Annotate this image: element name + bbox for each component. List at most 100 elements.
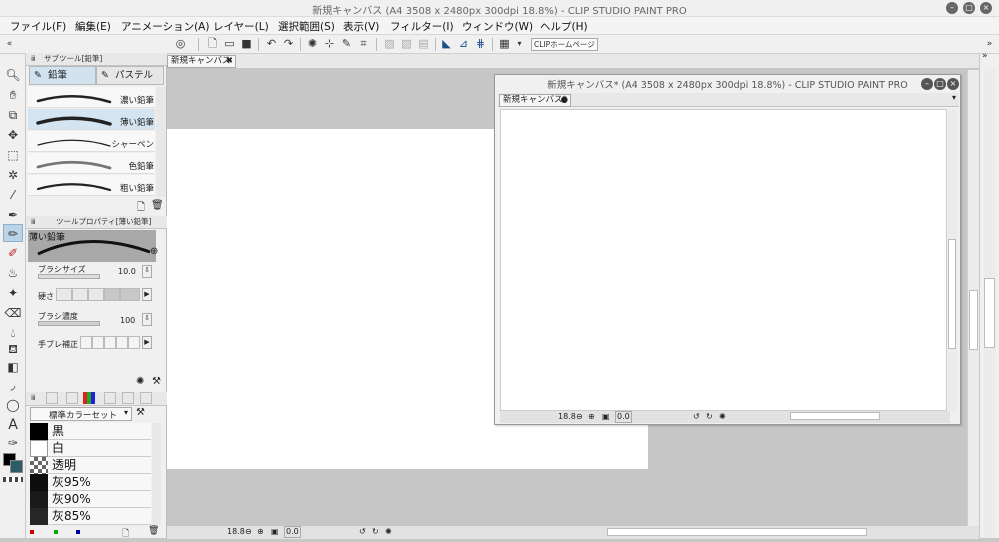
color-list-scrollbar[interactable] [152,423,161,525]
hardness-seg-3[interactable] [88,288,104,301]
clip-studio-icon[interactable]: ◎ [173,37,188,51]
approx-color-tab-icon[interactable] [104,392,116,404]
brush-item[interactable]: 薄い鉛筆 [28,109,155,130]
minimize-icon[interactable]: – [921,78,933,90]
preview-zoom-icon[interactable]: ⊕ [150,246,158,257]
maximize-icon[interactable]: □ [963,2,975,14]
open-folder-icon[interactable]: ▭ [222,37,237,51]
stab-seg-3[interactable] [104,336,116,349]
deselect-icon[interactable]: ⊹ [322,37,337,51]
color-set-tab-icon[interactable] [83,392,95,404]
eraser-selection-icon[interactable]: ✎ [339,37,354,51]
reset-rotation-icon[interactable]: ✺ [385,526,392,538]
delete-color-icon[interactable]: 🗑︎ [148,526,159,536]
menu-selection[interactable]: 選択範囲(S) [278,19,335,34]
main-vertical-scrollbar[interactable] [967,70,979,526]
scroll-thumb[interactable] [969,290,978,350]
color-wheel-tab-icon[interactable] [46,392,58,404]
floating-canvas[interactable] [500,109,947,411]
color-history-tab-icon[interactable] [122,392,134,404]
color-set-select[interactable]: 標準カラーセット ▾ [30,407,132,421]
display-icon[interactable]: ▦ [497,37,512,51]
intermediate-color-tab-icon[interactable] [66,392,78,404]
move-layer-icon[interactable]: ✥ [3,126,23,144]
canvas-icon[interactable]: ▤ [416,37,431,51]
zoom-in-icon[interactable]: ⊕ [257,526,264,538]
airbrush-icon[interactable]: ♨ [3,264,23,282]
rotate-right-icon[interactable]: ↻ [372,526,379,538]
collapse-right-icon[interactable]: » [982,37,997,51]
sub-color-swatch[interactable] [10,460,23,473]
density-slider[interactable] [38,321,100,326]
menu-file[interactable]: ファイル(F) [10,19,66,34]
chevron-down-icon[interactable]: ▾ [512,37,527,51]
tab-pencil[interactable]: ✎ 鉛筆 [29,66,96,85]
color-item[interactable]: 灰85% [30,508,151,525]
fill-tool-icon[interactable]: ⛾ [3,340,23,358]
brush-item[interactable]: 色鉛筆 [28,153,155,174]
stab-seg-2[interactable] [92,336,104,349]
rotate-left-icon[interactable]: ↺ [693,411,700,423]
snap-icon[interactable]: ⊿ [456,37,471,51]
undo-icon[interactable]: ↶ [264,37,279,51]
new-subtool-icon[interactable]: 🗋 [137,200,145,217]
close-icon[interactable]: × [947,78,959,90]
minimize-icon[interactable]: – [946,2,958,14]
tab-pastel[interactable]: ✎ パステル [96,66,164,85]
erase-icon[interactable]: ✺ [305,37,320,51]
scroll-thumb[interactable] [984,278,995,348]
redo-icon[interactable]: ↷ [281,37,296,51]
hardness-seg-2[interactable] [72,288,88,301]
transform-icon[interactable]: ⌗ [356,37,371,51]
delete-subtool-icon[interactable]: 🗑︎ [151,200,164,211]
color-item[interactable]: 黒 [30,423,151,440]
menu-view[interactable]: 表示(V) [343,19,379,34]
collapse-left-icon[interactable]: « [2,37,17,51]
zoom-out-icon[interactable]: ⊖ [576,411,583,423]
hardness-seg-4[interactable] [104,288,120,301]
clear-selection-icon[interactable]: ▨ [382,37,397,51]
auto-select-icon[interactable]: ✲ [3,166,23,184]
brush-list-scrollbar[interactable] [156,87,166,197]
zoom-tool-icon[interactable]: 🔍︎ [3,66,23,84]
tab-main-canvas[interactable]: 新規キャンバス ✖ [167,55,236,68]
hardness-seg-5[interactable] [120,288,140,301]
reset-icon[interactable]: ✺ [136,376,144,387]
text-tool-icon[interactable]: A [3,416,23,434]
color-item[interactable]: 透明 [30,457,151,474]
fit-icon[interactable]: ▣ [271,526,279,538]
grid-snap-icon[interactable]: ⋕ [473,37,488,51]
stab-seg-1[interactable] [80,336,92,349]
close-icon[interactable]: ✖ [226,56,233,67]
menu-filter[interactable]: フィルター(I) [390,19,454,34]
rotate-left-icon[interactable]: ↺ [359,526,366,538]
right-scrollbar[interactable] [984,68,996,538]
menu-window[interactable]: ウィンドウ(W) [462,19,533,34]
close-icon[interactable]: × [980,2,992,14]
stab-seg-5[interactable] [128,336,140,349]
menu-animation[interactable]: アニメーション(A) [121,19,209,34]
new-file-icon[interactable]: 🗋 [205,37,220,51]
eraser-icon[interactable]: ⌫ [3,304,23,322]
chevron-down-icon[interactable]: ▾ [952,93,956,102]
reset-rotation-icon[interactable]: ✺ [719,411,726,423]
floating-vertical-scrollbar[interactable] [948,109,957,411]
maximize-icon[interactable]: □ [934,78,946,90]
color-item[interactable]: 灰95% [30,474,151,491]
brush-size-slider[interactable] [38,274,100,279]
brush-size-menu-icon[interactable]: ⇩ [142,265,152,278]
horizontal-scroll-thumb[interactable] [607,528,867,536]
zoom-out-icon[interactable]: ⊖ [245,526,252,538]
clip-home-button[interactable]: CLIPホームページ [531,38,598,51]
hardness-seg-1[interactable] [56,288,72,301]
transparent-color-toggle[interactable] [3,477,23,482]
selection-icon[interactable]: ⬚ [3,146,23,164]
fit-icon[interactable]: ▣ [602,411,610,423]
operation-tool-icon[interactable]: ⧉ [3,106,23,124]
brush-item[interactable]: 粗い鉛筆 [28,175,155,196]
tool-settings-icon[interactable]: ⚒ [152,376,161,387]
color-item[interactable]: 灰90% [30,491,151,508]
pencil-tool-icon[interactable]: ✏︎ [3,224,23,242]
hand-tool-icon[interactable]: ✋︎ [3,86,23,104]
stabilization-expand-icon[interactable]: ▶ [142,336,152,349]
